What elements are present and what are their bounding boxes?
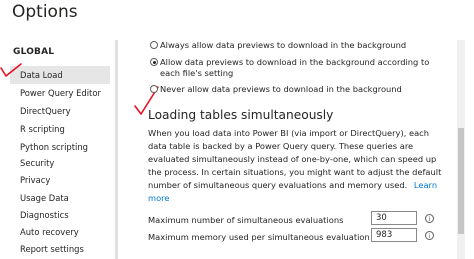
sidebar-item-directquery[interactable]: DirectQuery [10,102,110,120]
sidebar-item-power-query-editor[interactable]: Power Query Editor [10,84,110,102]
sidebar-item-privacy[interactable]: Privacy [10,171,110,189]
dialog-title: Options [12,2,78,22]
sidebar-item-auto-recovery[interactable]: Auto recovery [10,223,110,241]
sidebar-item-security[interactable]: Security [10,154,110,172]
radio-button[interactable] [150,85,158,93]
info-icon[interactable]: i [425,231,434,240]
sidebar-item-diagnostics[interactable]: Diagnostics [10,206,110,224]
radio-allow-per-file-setting[interactable]: Allow data previews to download in the b… [150,57,450,79]
sidebar-item-usage-data[interactable]: Usage Data [10,189,110,207]
annotation-check-icon [0,63,22,77]
radio-always-allow-previews[interactable]: Always allow data previews to download i… [150,40,450,51]
section-heading-loading-tables: Loading tables simultaneously [148,108,334,122]
radio-button[interactable] [150,41,158,49]
max-memory-label: Maximum memory used per simultaneous eva… [148,232,392,242]
sidebar-section-global: GLOBAL [13,47,55,57]
sidebar-item-data-load[interactable]: Data Load [10,66,110,84]
max-evaluations-label: Maximum number of simultaneous evaluatio… [148,215,344,225]
max-memory-input[interactable] [371,228,417,242]
sidebar-item-r-scripting[interactable]: R scripting [10,120,110,138]
description-text: When you load data into Power BI (via im… [148,128,442,190]
radio-button-selected[interactable] [150,58,158,66]
sidebar-item-report-settings[interactable]: Report settings [10,240,110,258]
loading-description: When you load data into Power BI (via im… [148,127,448,205]
info-icon[interactable]: i [425,214,434,223]
sidebar-scrollbar[interactable] [115,40,118,259]
radio-never-allow-previews[interactable]: Never allow data previews to download in… [150,84,450,95]
max-evaluations-input[interactable] [371,211,417,225]
content-scrollbar-thumb[interactable] [458,128,464,234]
